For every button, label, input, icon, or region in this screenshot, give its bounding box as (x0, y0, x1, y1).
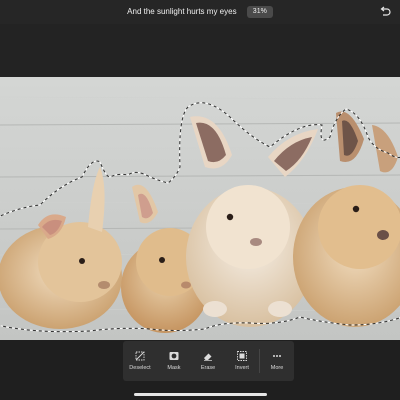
erase-label: Erase (200, 365, 216, 371)
mask-label: Mask (167, 365, 181, 371)
more-dots-icon (273, 355, 281, 357)
photo-illustration (0, 77, 400, 340)
deselect-label: Deselect (129, 365, 151, 371)
mask-icon (169, 352, 179, 360)
more-label: More (270, 365, 284, 371)
bunnies-photo[interactable] (0, 77, 400, 340)
home-indicator[interactable] (134, 393, 267, 396)
erase-button[interactable]: Erase (191, 341, 225, 381)
invert-icon (237, 351, 247, 361)
top-bar: And the sunlight hurts my eyes 31% (0, 0, 400, 24)
mask-button[interactable]: Mask (157, 341, 191, 381)
undo-button[interactable] (378, 5, 392, 19)
invert-button[interactable]: Invert (225, 341, 259, 381)
more-button[interactable]: More (260, 341, 294, 381)
undo-arrow-icon (380, 6, 391, 16)
title-area: And the sunlight hurts my eyes 31% (0, 5, 400, 19)
deselect-button[interactable]: Deselect (123, 341, 157, 381)
zoom-level-badge[interactable]: 31% (246, 6, 273, 18)
canvas-area[interactable] (0, 24, 400, 340)
selection-toolbar: Deselect Mask Erase Invert More (123, 341, 294, 381)
deselect-icon (135, 351, 145, 361)
photo-editor: And the sunlight hurts my eyes 31% Desel… (0, 0, 400, 400)
invert-label: Invert (235, 365, 249, 371)
document-title: And the sunlight hurts my eyes (127, 7, 237, 16)
eraser-icon (204, 353, 212, 361)
